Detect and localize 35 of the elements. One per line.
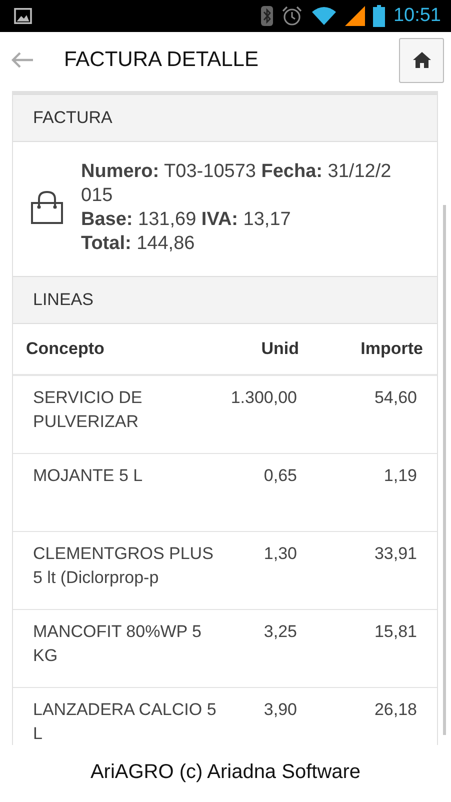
table-cell-text: 1.300,00 [230,387,297,409]
column-header: Concepto [26,339,106,359]
bluetooth-icon [261,6,274,26]
shopping-bag-icon [29,190,65,226]
column-header: Unid [260,339,299,359]
wifi-icon [311,6,338,26]
table-cell-text: LANZADERA CALCIO 5 L [33,699,217,745]
page-title: FACTURA DETALLE [64,48,258,72]
battery-icon [373,5,386,27]
table-cell-text: 3,25 [262,621,297,643]
clock-time: 10:51 [393,5,441,27]
table-cell-text: 1,30 [262,543,297,565]
image-icon [14,8,32,24]
table-cell-text: MANCOFIT 80%WP 5 KG [33,621,202,667]
section-header: FACTURA [13,94,437,142]
table-cell-text: CLEMENTGROS PLUS 5 lt (Diclorprop-p [33,543,214,589]
table-cell-text: SERVICIO DE PULVERIZAR [33,387,144,433]
table-cell-text: 33,91 [373,543,417,565]
table-cell-text: 54,60 [373,387,417,409]
section-header: LINEAS [13,276,437,324]
table-cell-text: 0,65 [262,465,297,487]
column-header: Importe [360,339,423,359]
signal-icon [345,6,366,26]
table-cell-text: 15,81 [373,621,417,643]
invoice-detail: Numero: T03-10573 Fecha: 31/12/2015 [81,160,392,208]
home-button[interactable] [399,38,444,82]
invoice-detail: Base: 131,69 IVA: 13,17 [81,208,292,232]
invoice-detail: Total: 144,86 [81,232,196,256]
alarm-icon [281,6,304,26]
table-cell-text: 26,18 [373,699,417,721]
table-cell-text: 3,90 [262,699,297,721]
footer-text: AriAGRO (c) Ariadna Software [89,761,362,784]
table-cell-text: 1,19 [382,465,417,487]
table-cell-text: MOJANTE 5 L [33,465,144,487]
home-icon [412,52,430,68]
